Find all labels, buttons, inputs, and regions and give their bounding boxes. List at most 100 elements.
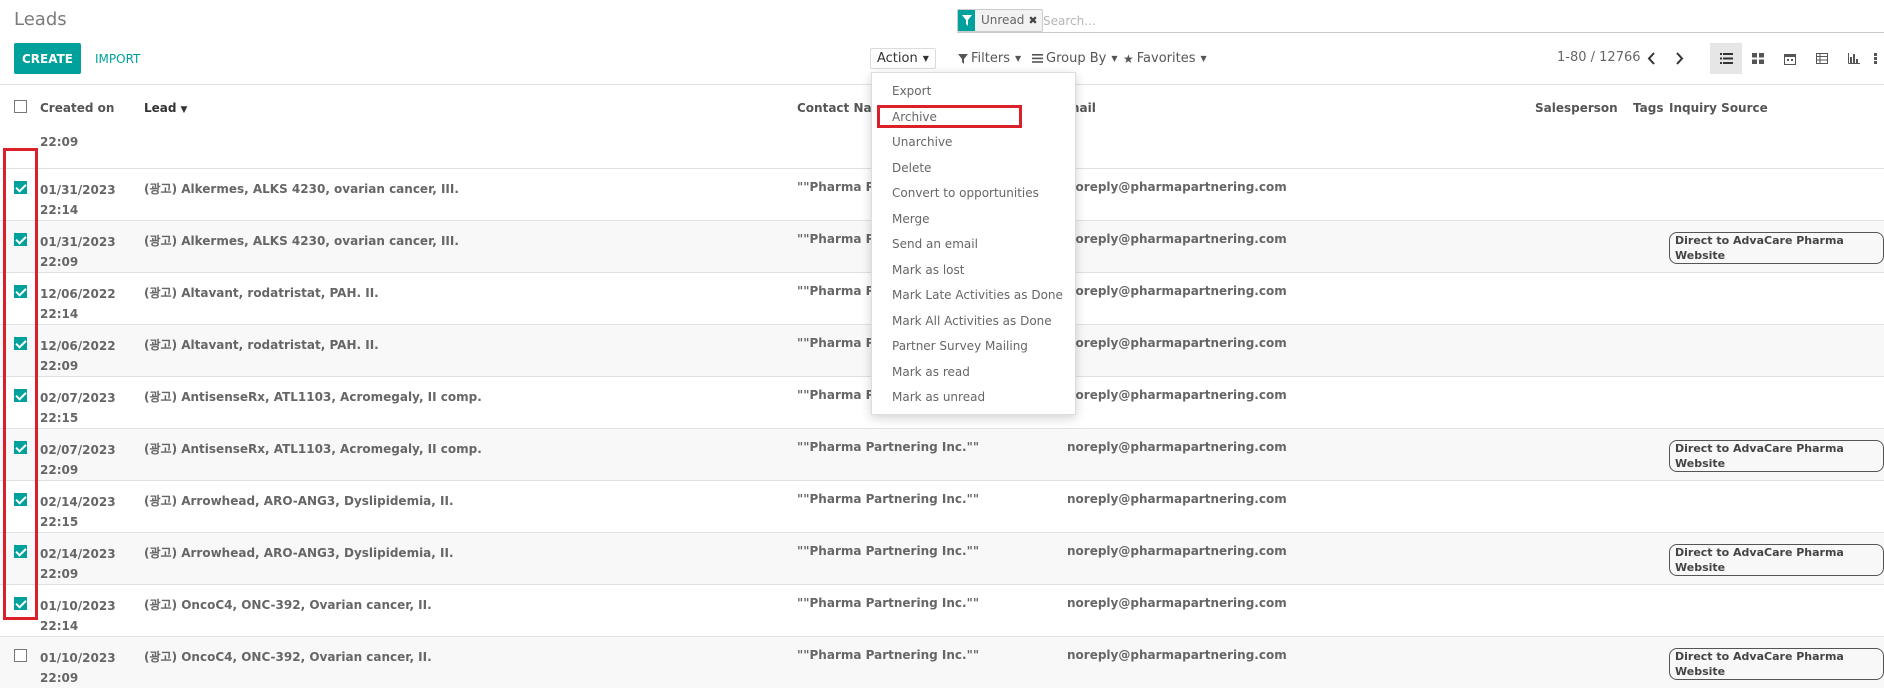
row-checkbox[interactable] xyxy=(14,181,27,194)
kanban-view-icon[interactable] xyxy=(1742,43,1774,74)
row-checkbox[interactable] xyxy=(14,493,27,506)
group-by-button[interactable]: Group By▼ xyxy=(1032,48,1117,69)
created-on-cell: 02/07/202322:15 xyxy=(40,377,144,429)
row-checkbox[interactable] xyxy=(14,389,27,402)
select-all-checkbox[interactable] xyxy=(14,100,27,113)
column-lead[interactable]: Lead▼ xyxy=(144,86,797,128)
menu-item-mark-as-read[interactable]: Mark as read xyxy=(892,365,970,379)
menu-item-archive[interactable]: Archive xyxy=(892,110,937,124)
filters-button[interactable]: Filters▼ xyxy=(958,48,1021,69)
lead-cell: (광고) Alkermes, ALKS 4230, ovarian cancer… xyxy=(144,221,797,273)
lead-cell: (광고) OncoC4, ONC-392, Ovarian cancer, II… xyxy=(144,637,797,688)
bars-icon xyxy=(1032,54,1043,63)
menu-item-mark-as-unread[interactable]: Mark as unread xyxy=(892,390,985,404)
menu-item-merge[interactable]: Merge xyxy=(892,212,929,226)
calendar-view-icon[interactable] xyxy=(1774,43,1806,74)
inquiry-source-cell: Direct to AdvaCare Pharma Website xyxy=(1669,637,1884,688)
row-checkbox[interactable] xyxy=(14,337,27,350)
menu-item-partner-survey-mailing[interactable]: Partner Survey Mailing xyxy=(892,339,1028,353)
menu-item-convert-to-opportunities[interactable]: Convert to opportunities xyxy=(892,186,1039,200)
row-lead: (광고) Arrowhead, ARO-ANG3, Dyslipidemia, … xyxy=(144,481,797,509)
table-row[interactable]: 01/10/202322:14 (광고) OncoC4, ONC-392, Ov… xyxy=(0,585,1884,637)
row-select-cell xyxy=(0,221,40,273)
row-select-cell xyxy=(0,273,40,325)
table-row[interactable]: 02/07/202322:09 (광고) AntisenseRx, ATL110… xyxy=(0,429,1884,481)
row-email: noreply@pharmapartnering.com xyxy=(1067,429,1535,454)
table-row[interactable]: 02/14/202322:15 (광고) Arrowhead, ARO-ANG3… xyxy=(0,481,1884,533)
menu-item-mark-as-lost[interactable]: Mark as lost xyxy=(892,263,964,277)
menu-item-delete[interactable]: Delete xyxy=(892,161,931,175)
column-tags[interactable]: Tags xyxy=(1633,86,1669,128)
inquiry-source-tag: Direct to AdvaCare Pharma Website xyxy=(1669,232,1884,264)
row-date: 01/10/2023 xyxy=(40,648,144,668)
row-contact: ""Pharma Partnering Inc."" xyxy=(797,533,1067,558)
row-contact: ""Pharma Partnering Inc."" xyxy=(797,637,1067,662)
caret-down-icon: ▼ xyxy=(923,54,929,63)
menu-item-send-email[interactable]: Send an email xyxy=(892,237,978,251)
pivot-view-icon[interactable] xyxy=(1806,43,1838,74)
email-cell: noreply@pharmapartnering.com xyxy=(1067,533,1535,585)
row-select-cell xyxy=(0,429,40,481)
row-time: 22:09 xyxy=(40,356,144,376)
pager-previous-icon[interactable] xyxy=(1641,46,1661,70)
lead-cell: (광고) Altavant, rodatristat, PAH. II. xyxy=(144,325,797,377)
row-checkbox[interactable] xyxy=(14,545,27,558)
row-checkbox[interactable] xyxy=(14,233,27,246)
row-checkbox[interactable] xyxy=(14,649,27,662)
row-checkbox[interactable] xyxy=(14,285,27,298)
row-checkbox[interactable] xyxy=(14,441,27,454)
pager-value[interactable]: 1-80 / 12766 xyxy=(1557,50,1641,65)
action-button[interactable]: Action▼ xyxy=(870,48,936,69)
tags-cell xyxy=(1633,377,1669,429)
created-on-cell: 12/06/202222:09 xyxy=(40,325,144,377)
lead-cell: (광고) AntisenseRx, ATL1103, Acromegaly, I… xyxy=(144,377,797,429)
filters-label: Filters xyxy=(971,51,1010,66)
graph-view-icon[interactable] xyxy=(1838,43,1870,74)
table-row[interactable]: 01/10/202322:09 (광고) OncoC4, ONC-392, Ov… xyxy=(0,637,1884,688)
column-created-on[interactable]: Created on xyxy=(40,86,144,128)
contact-cell: ""Pharma Partnering Inc."" xyxy=(797,585,1067,637)
email-cell: noreply@pharmapartnering.com xyxy=(1067,377,1535,429)
row-time: 22:14 xyxy=(40,304,144,324)
menu-item-mark-all-activities-done[interactable]: Mark All Activities as Done xyxy=(892,314,1052,328)
search-bar: Unread ✖ xyxy=(957,9,1884,33)
favorites-label: Favorites xyxy=(1137,51,1196,66)
column-inquiry-source-label: Inquiry Source xyxy=(1669,86,1884,115)
filter-icon xyxy=(958,54,968,64)
search-input[interactable] xyxy=(1041,10,1845,31)
inquiry-source-tag: Direct to AdvaCare Pharma Website xyxy=(1669,648,1884,680)
column-inquiry-source[interactable]: Inquiry Source xyxy=(1669,86,1884,128)
inquiry-source-cell xyxy=(1669,377,1884,429)
inquiry-source-cell xyxy=(1669,128,1884,169)
breadcrumb[interactable]: Leads xyxy=(14,9,67,30)
create-button[interactable]: CREATE xyxy=(14,43,81,74)
row-select-cell xyxy=(0,481,40,533)
favorites-button[interactable]: ★ Favorites▼ xyxy=(1123,48,1207,69)
salesperson-cell xyxy=(1535,481,1633,533)
menu-item-export[interactable]: Export xyxy=(892,84,931,98)
row-checkbox[interactable] xyxy=(14,597,27,610)
salesperson-cell xyxy=(1535,273,1633,325)
column-email[interactable]: mail xyxy=(1067,86,1535,128)
tags-cell xyxy=(1633,128,1669,169)
row-email: noreply@pharmapartnering.com xyxy=(1067,325,1535,350)
row-time: 22:15 xyxy=(40,408,144,428)
email-cell: noreply@pharmapartnering.com xyxy=(1067,585,1535,637)
row-select-cell xyxy=(0,533,40,585)
list-view-icon[interactable] xyxy=(1710,43,1742,74)
row-time: 22:09 xyxy=(40,564,144,584)
salesperson-cell xyxy=(1535,325,1633,377)
activity-view-icon[interactable] xyxy=(1868,43,1884,74)
contact-cell: ""Pharma Partnering Inc."" xyxy=(797,429,1067,481)
salesperson-cell xyxy=(1535,533,1633,585)
table-row[interactable]: 02/14/202322:09 (광고) Arrowhead, ARO-ANG3… xyxy=(0,533,1884,585)
pager-next-icon[interactable] xyxy=(1669,46,1689,70)
row-date: 12/06/2022 xyxy=(40,284,144,304)
import-button[interactable]: IMPORT xyxy=(89,43,146,74)
facet-remove-icon[interactable]: ✖ xyxy=(1028,10,1041,31)
row-lead: (광고) Arrowhead, ARO-ANG3, Dyslipidemia, … xyxy=(144,533,797,561)
row-time: 22:09 xyxy=(40,128,144,152)
menu-item-unarchive[interactable]: Unarchive xyxy=(892,135,952,149)
column-salesperson[interactable]: Salesperson xyxy=(1535,86,1633,128)
menu-item-mark-late-activities-done[interactable]: Mark Late Activities as Done xyxy=(892,288,1063,302)
